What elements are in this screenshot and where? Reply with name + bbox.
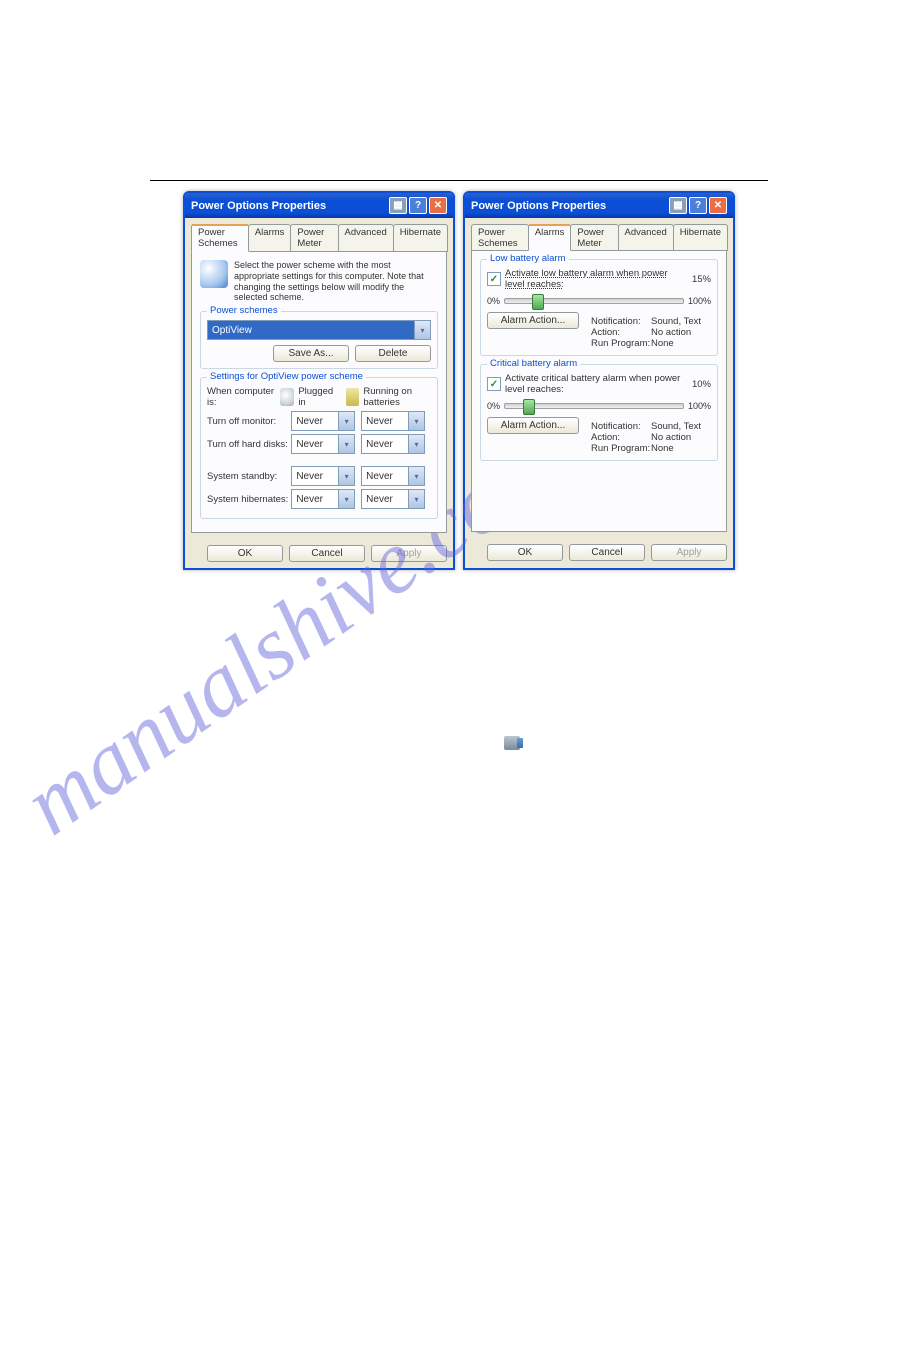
tray-power-icon bbox=[504, 736, 520, 750]
tab-power-schemes[interactable]: Power Schemes bbox=[191, 224, 249, 252]
window-title: Power Options Properties bbox=[191, 200, 326, 212]
header-label: When computer is: bbox=[207, 386, 276, 408]
group-power-schemes: Power schemes OptiView ▾ Save As... Dele… bbox=[200, 311, 438, 369]
monitor-batt-select[interactable]: Never▾ bbox=[361, 411, 425, 431]
group-title: Low battery alarm bbox=[487, 253, 569, 264]
chevron-down-icon: ▾ bbox=[338, 412, 354, 430]
group-title: Settings for OptiView power scheme bbox=[207, 371, 366, 382]
tab-power-meter[interactable]: Power Meter bbox=[570, 224, 618, 251]
tab-power-schemes[interactable]: Power Schemes bbox=[471, 224, 529, 251]
tabs: Power Schemes Alarms Power Meter Advance… bbox=[191, 224, 447, 252]
tab-advanced[interactable]: Advanced bbox=[338, 224, 394, 252]
slider-min: 0% bbox=[487, 296, 500, 306]
app-icon-button[interactable]: ▦ bbox=[669, 197, 687, 214]
plug-icon bbox=[280, 388, 294, 406]
chevron-down-icon: ▾ bbox=[338, 435, 354, 453]
titlebar[interactable]: Power Options Properties ▦ ? ✕ bbox=[185, 193, 453, 218]
window-title: Power Options Properties bbox=[471, 200, 606, 212]
hdd-plugged-select[interactable]: Never▾ bbox=[291, 434, 355, 454]
tab-hibernate[interactable]: Hibernate bbox=[393, 224, 448, 252]
dialog-power-schemes: Power Options Properties ▦ ? ✕ Power Sch… bbox=[183, 191, 455, 570]
low-alarm-action-button[interactable]: Alarm Action... bbox=[487, 312, 579, 329]
chevron-down-icon: ▾ bbox=[408, 490, 424, 508]
hdd-batt-select[interactable]: Never▾ bbox=[361, 434, 425, 454]
critical-alarm-checkbox[interactable]: ✓ bbox=[487, 377, 501, 391]
group-critical-battery: Critical battery alarm ✓ Activate critic… bbox=[480, 364, 718, 461]
hibernate-batt-select[interactable]: Never▾ bbox=[361, 489, 425, 509]
group-title: Critical battery alarm bbox=[487, 358, 580, 369]
tab-hibernate[interactable]: Hibernate bbox=[673, 224, 728, 251]
tabs: Power Schemes Alarms Power Meter Advance… bbox=[471, 224, 727, 251]
tab-alarms[interactable]: Alarms bbox=[528, 224, 572, 251]
cancel-button[interactable]: Cancel bbox=[289, 545, 365, 562]
critical-alarm-action-button[interactable]: Alarm Action... bbox=[487, 417, 579, 434]
ok-button[interactable]: OK bbox=[487, 544, 563, 561]
close-button[interactable]: ✕ bbox=[429, 197, 447, 214]
intro-text: Select the power scheme with the most ap… bbox=[234, 260, 438, 303]
tab-power-meter[interactable]: Power Meter bbox=[290, 224, 338, 252]
battery-monitor-icon bbox=[200, 260, 228, 288]
apply-button[interactable]: Apply bbox=[371, 545, 447, 562]
group-low-battery: Low battery alarm ✓ Activate low battery… bbox=[480, 259, 718, 356]
slider-min: 0% bbox=[487, 401, 500, 411]
batteries-label: Running on batteries bbox=[363, 386, 431, 408]
dialog-alarms: Power Options Properties ▦ ? ✕ Power Sch… bbox=[463, 191, 735, 570]
low-slider[interactable] bbox=[504, 298, 684, 304]
chevron-down-icon: ▾ bbox=[414, 321, 430, 339]
cancel-button[interactable]: Cancel bbox=[569, 544, 645, 561]
titlebar[interactable]: Power Options Properties ▦ ? ✕ bbox=[465, 193, 733, 218]
chevron-down-icon: ▾ bbox=[338, 467, 354, 485]
save-as-button[interactable]: Save As... bbox=[273, 345, 349, 362]
standby-batt-select[interactable]: Never▾ bbox=[361, 466, 425, 486]
delete-button[interactable]: Delete bbox=[355, 345, 431, 362]
tab-advanced[interactable]: Advanced bbox=[618, 224, 674, 251]
slider-thumb[interactable] bbox=[532, 294, 544, 310]
row-harddisks: Turn off hard disks: Never▾ Never▾ bbox=[207, 434, 431, 454]
apply-button[interactable]: Apply bbox=[651, 544, 727, 561]
row-hibernate: System hibernates: Never▾ Never▾ bbox=[207, 489, 431, 509]
chevron-down-icon: ▾ bbox=[338, 490, 354, 508]
ok-button[interactable]: OK bbox=[207, 545, 283, 562]
low-alarm-checkbox[interactable]: ✓ bbox=[487, 272, 501, 286]
close-button[interactable]: ✕ bbox=[709, 197, 727, 214]
help-button[interactable]: ? bbox=[409, 197, 427, 214]
group-scheme-settings: Settings for OptiView power scheme When … bbox=[200, 377, 438, 519]
row-monitor: Turn off monitor: Never▾ Never▾ bbox=[207, 411, 431, 431]
monitor-plugged-select[interactable]: Never▾ bbox=[291, 411, 355, 431]
help-button[interactable]: ? bbox=[689, 197, 707, 214]
group-title: Power schemes bbox=[207, 305, 281, 316]
plugged-label: Plugged in bbox=[298, 386, 341, 408]
app-icon-button[interactable]: ▦ bbox=[389, 197, 407, 214]
chevron-down-icon: ▾ bbox=[408, 412, 424, 430]
standby-plugged-select[interactable]: Never▾ bbox=[291, 466, 355, 486]
low-percent: 15% bbox=[681, 274, 711, 285]
critical-percent: 10% bbox=[681, 379, 711, 390]
chevron-down-icon: ▾ bbox=[408, 435, 424, 453]
slider-max: 100% bbox=[688, 401, 711, 411]
battery-icon bbox=[346, 388, 360, 406]
critical-alarm-label: Activate critical battery alarm when pow… bbox=[505, 373, 681, 395]
divider bbox=[150, 180, 768, 181]
slider-thumb[interactable] bbox=[523, 399, 535, 415]
scheme-select[interactable]: OptiView ▾ bbox=[207, 320, 431, 340]
low-alarm-label: Activate low battery alarm when power le… bbox=[505, 268, 681, 290]
hibernate-plugged-select[interactable]: Never▾ bbox=[291, 489, 355, 509]
critical-slider[interactable] bbox=[504, 403, 684, 409]
row-standby: System standby: Never▾ Never▾ bbox=[207, 466, 431, 486]
slider-max: 100% bbox=[688, 296, 711, 306]
tab-alarms[interactable]: Alarms bbox=[248, 224, 292, 252]
chevron-down-icon: ▾ bbox=[408, 467, 424, 485]
